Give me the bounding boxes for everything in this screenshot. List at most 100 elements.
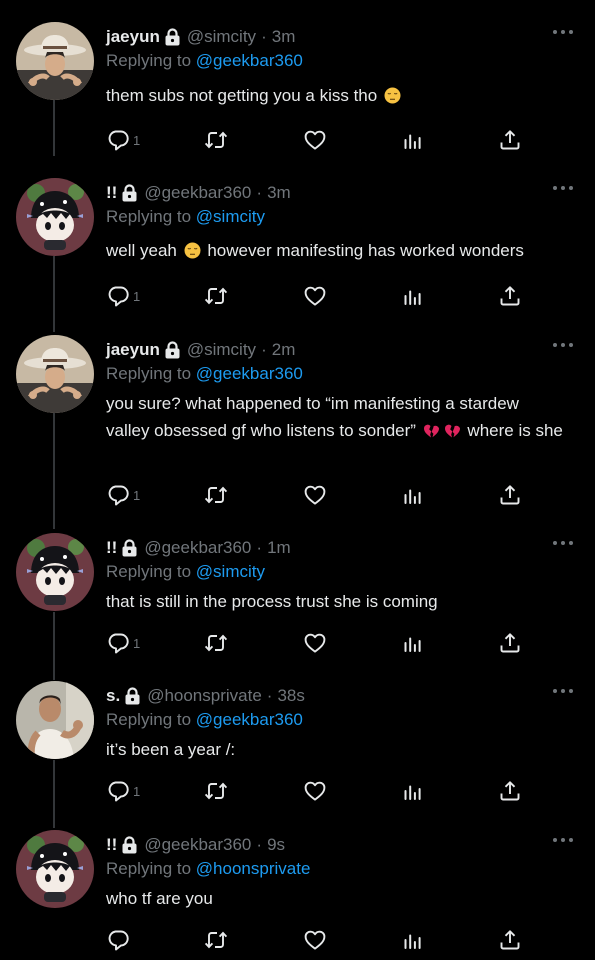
heart-icon	[303, 928, 327, 952]
user-handle[interactable]: @hoonsprivate	[147, 686, 262, 706]
like-button[interactable]	[303, 630, 327, 656]
replying-to: Replying to @simcity	[106, 207, 265, 227]
views-button[interactable]	[401, 778, 425, 804]
views-button[interactable]	[401, 927, 425, 953]
replying-to-label: Replying to	[106, 859, 192, 878]
share-button[interactable]	[498, 482, 522, 508]
retweet-icon	[204, 483, 228, 507]
replying-to: Replying to @hoonsprivate	[106, 859, 310, 879]
mention-link[interactable]: @geekbar360	[196, 51, 303, 70]
action-bar: 1	[0, 283, 595, 309]
tweet-text-part: well yeah	[106, 241, 177, 260]
tweet-header: !! @geekbar360 · 3m	[106, 182, 291, 204]
more-dots-icon[interactable]	[553, 184, 573, 192]
tweet-text-part: it’s been a year /:	[106, 740, 236, 759]
views-chart-icon	[401, 928, 425, 952]
retweet-button[interactable]	[204, 283, 228, 309]
heart-icon	[303, 631, 327, 655]
user-handle[interactable]: @simcity	[187, 340, 256, 360]
lock-icon	[121, 836, 138, 854]
user-handle[interactable]: @geekbar360	[144, 538, 251, 558]
like-button[interactable]	[303, 482, 327, 508]
like-button[interactable]	[303, 778, 327, 804]
tweet-text-part: them subs not getting you a kiss tho	[106, 86, 378, 105]
display-name[interactable]: !!	[106, 835, 117, 855]
replying-to-label: Replying to	[106, 364, 192, 383]
share-icon	[498, 631, 522, 655]
share-button[interactable]	[498, 778, 522, 804]
views-button[interactable]	[401, 482, 425, 508]
user-handle[interactable]: @simcity	[187, 27, 256, 47]
display-name[interactable]: jaeyun	[106, 27, 160, 47]
retweet-button[interactable]	[204, 630, 228, 656]
user-handle[interactable]: @geekbar360	[144, 835, 251, 855]
tweet-header: !! @geekbar360 · 9s	[106, 834, 285, 856]
mention-link[interactable]: @hoonsprivate	[196, 859, 311, 878]
reply-button[interactable]: 1	[106, 630, 140, 656]
like-button[interactable]	[303, 127, 327, 153]
mention-link[interactable]: @geekbar360	[196, 364, 303, 383]
tweet-header: jaeyun @simcity · 3m	[106, 26, 295, 48]
more-dots-icon[interactable]	[553, 28, 573, 36]
retweet-button[interactable]	[204, 482, 228, 508]
mention-link[interactable]: @simcity	[196, 562, 265, 581]
avatar[interactable]	[16, 681, 94, 759]
replying-to: Replying to @simcity	[106, 562, 265, 582]
views-button[interactable]	[401, 127, 425, 153]
thread-line	[53, 413, 55, 529]
more-dots-icon[interactable]	[553, 687, 573, 695]
avatar[interactable]	[16, 178, 94, 256]
lock-icon	[164, 341, 181, 359]
views-button[interactable]	[401, 283, 425, 309]
tweet-text: who tf are you	[106, 885, 566, 912]
avatar[interactable]	[16, 533, 94, 611]
heart-icon	[303, 284, 327, 308]
user-handle[interactable]: @geekbar360	[144, 183, 251, 203]
mention-link[interactable]: @simcity	[196, 207, 265, 226]
tweet-text: them subs not getting you a kiss tho	[106, 82, 566, 109]
like-button[interactable]	[303, 927, 327, 953]
reply-button[interactable]: 1	[106, 127, 140, 153]
views-button[interactable]	[401, 630, 425, 656]
avatar[interactable]	[16, 22, 94, 100]
reply-count: 1	[133, 288, 141, 304]
pensive-face-emoji	[384, 87, 401, 104]
timestamp[interactable]: 38s	[277, 686, 304, 706]
more-dots-icon[interactable]	[553, 341, 573, 349]
avatar[interactable]	[16, 335, 94, 413]
more-dots-icon[interactable]	[553, 539, 573, 547]
retweet-button[interactable]	[204, 778, 228, 804]
more-dots-icon[interactable]	[553, 836, 573, 844]
replying-to: Replying to @geekbar360	[106, 364, 303, 384]
display-name[interactable]: !!	[106, 183, 117, 203]
share-button[interactable]	[498, 127, 522, 153]
timestamp[interactable]: 1m	[267, 538, 291, 558]
tweet-text-part: where is she	[467, 421, 563, 440]
views-chart-icon	[401, 128, 425, 152]
lock-icon	[124, 687, 141, 705]
reply-icon	[106, 128, 130, 152]
reply-button[interactable]: 1	[106, 283, 140, 309]
views-chart-icon	[401, 284, 425, 308]
avatar[interactable]	[16, 830, 94, 908]
heart-icon	[303, 779, 327, 803]
views-chart-icon	[401, 483, 425, 507]
retweet-button[interactable]	[204, 927, 228, 953]
reply-button[interactable]	[106, 927, 133, 953]
share-button[interactable]	[498, 630, 522, 656]
reply-button[interactable]: 1	[106, 482, 140, 508]
reply-button[interactable]: 1	[106, 778, 140, 804]
replying-to-label: Replying to	[106, 51, 192, 70]
mention-link[interactable]: @geekbar360	[196, 710, 303, 729]
like-button[interactable]	[303, 283, 327, 309]
share-button[interactable]	[498, 283, 522, 309]
retweet-button[interactable]	[204, 127, 228, 153]
display-name[interactable]: s.	[106, 686, 120, 706]
timestamp[interactable]: 3m	[272, 27, 296, 47]
display-name[interactable]: jaeyun	[106, 340, 160, 360]
timestamp[interactable]: 2m	[272, 340, 296, 360]
display-name[interactable]: !!	[106, 538, 117, 558]
timestamp[interactable]: 3m	[267, 183, 291, 203]
share-button[interactable]	[498, 927, 522, 953]
timestamp[interactable]: 9s	[267, 835, 285, 855]
